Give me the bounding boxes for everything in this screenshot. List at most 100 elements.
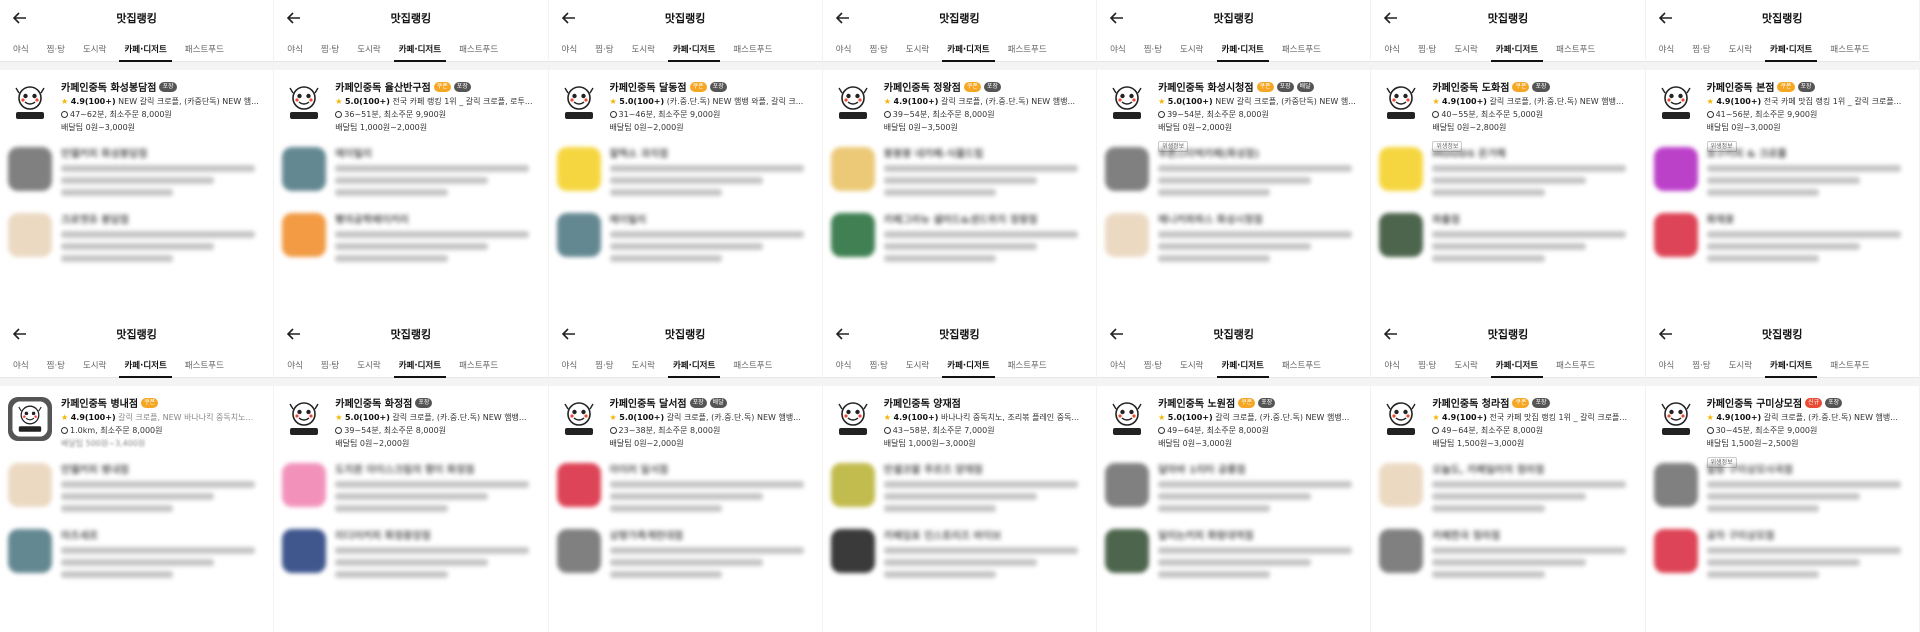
shop-card[interactable]: 푸른스타벅카페(화성점) [1097, 136, 1370, 202]
tab-category[interactable]: 패스트푸드 [1273, 43, 1330, 61]
tab-category[interactable]: 도시락 [1445, 43, 1486, 61]
shop-card[interactable]: 카페인중독 화성봉담점 포장 ★ 4.9(100+) NEW 갈릭 크로플, (카중… [0, 70, 273, 136]
shop-card[interactable]: 카페인중독 도화점 쿠폰 포장 ★ 4.9(100+) 갈릭 크로플, (카.중.단.… [1371, 70, 1644, 152]
shop-card[interactable]: 카페인중독 정왕점 쿠폰 포장 ★ 4.9(100+) 갈릭 크로플, (카.중.단.… [823, 70, 1096, 136]
shop-card[interactable]: 화채꽃 [1646, 202, 1919, 268]
shop-card[interactable]: 만셀코팔 푸르즈 양재점 [823, 452, 1096, 518]
tab-category[interactable]: 도시락 [1445, 359, 1486, 377]
tab-category[interactable]: 도시락 [1171, 359, 1212, 377]
shop-card[interactable]: 봉봉봉 네카페-식물드립 [823, 136, 1096, 202]
tab-category[interactable]: 카페·디저트 [1761, 359, 1821, 378]
back-arrow-icon[interactable] [284, 324, 304, 344]
tab-category[interactable]: 카페·디저트 [115, 43, 175, 62]
tab-category[interactable]: 도시락 [897, 43, 938, 61]
tab-category[interactable]: 도시락 [74, 43, 115, 61]
tab-category[interactable]: 패스트푸드 [724, 359, 781, 377]
back-arrow-icon[interactable] [559, 8, 579, 28]
shop-card[interactable]: 말랑 구미상모사곡점 [1646, 452, 1919, 518]
tab-category[interactable]: 찜·탕 [860, 43, 896, 61]
tab-category[interactable]: 야식 [1375, 43, 1409, 61]
tab-category[interactable]: 찜·탕 [1683, 43, 1719, 61]
tab-category[interactable]: 패스트푸드 [1273, 359, 1330, 377]
tab-category[interactable]: 도시락 [348, 359, 389, 377]
tab-category[interactable]: 야식 [553, 359, 587, 377]
back-arrow-icon[interactable] [833, 8, 853, 28]
tab-category[interactable]: 찜·탕 [38, 43, 74, 61]
tab-category[interactable]: 찜·탕 [38, 359, 74, 377]
shop-card[interactable]: 카페인중독 화성시청점 쿠폰 포장 배달 ★ 5.0(100+) NEW 갈릭 크로플,… [1097, 70, 1370, 152]
shop-card[interactable]: 아이러 달서점 [549, 452, 822, 518]
shop-card[interactable]: 상량가족계란대점 [549, 518, 822, 584]
shop-card[interactable]: 카페인중독 청라점 쿠폰 포장 ★ 4.9(100+) 전국 카페 맛집 랭킹 1위 … [1371, 386, 1644, 452]
tab-category[interactable]: 도시락 [1720, 43, 1761, 61]
shop-card[interactable]: 카페그라뉴 샐러드&샌드위치 정왕점 [823, 202, 1096, 268]
tab-category[interactable]: 찜·탕 [586, 359, 622, 377]
tab-category[interactable]: 카페·디저트 [1487, 359, 1547, 378]
tab-category[interactable]: 카페·디저트 [664, 43, 724, 62]
tab-category[interactable]: 패스트푸드 [176, 43, 233, 61]
shop-card[interactable]: 카페한국 청라점 [1371, 518, 1644, 584]
shop-card[interactable]: 카페인중독 구미상모점 신규 포장 ★ 4.9(100+) 갈릭 크로플, (카.중.… [1646, 386, 1919, 468]
tab-category[interactable]: 야식 [278, 43, 312, 61]
tab-category[interactable]: 찜·탕 [1135, 359, 1171, 377]
tab-category[interactable]: 패스트푸드 [176, 359, 233, 377]
shop-card[interactable]: 카페인중독 병내점 쿠폰 ★ 4.9(100+) 갈릭 크로플, NEW 바나나킥 … [0, 386, 273, 452]
shop-card[interactable]: 찰떡소 과자점 [549, 136, 822, 202]
tab-category[interactable]: 찜·탕 [860, 359, 896, 377]
back-arrow-icon[interactable] [559, 324, 579, 344]
shop-card[interactable]: 카페인중독 노원점 쿠폰 포장 ★ 5.0(100+) 갈릭 크로플, (카.중.단.… [1097, 386, 1370, 452]
shop-card[interactable]: 만델커피 병내점 [0, 452, 273, 518]
tab-category[interactable]: 패스트푸드 [1547, 43, 1604, 61]
shop-card[interactable]: 메이빌리 [274, 136, 547, 202]
shop-card[interactable]: 달리는커피 화랑대역점 [1097, 518, 1370, 584]
back-arrow-icon[interactable] [1656, 8, 1676, 28]
tab-category[interactable]: 도시락 [1171, 43, 1212, 61]
tab-category[interactable]: 도시락 [897, 359, 938, 377]
shop-card[interactable]: 카페인중독 달서점 포장 배달 ★ 5.0(100+) 갈릭 크로플, (카.중.단.… [549, 386, 822, 452]
shop-card[interactable]: 미디어커피 화정중앙점 [274, 518, 547, 584]
shop-card[interactable]: 크로엣쥬 봉담점 [0, 202, 273, 268]
shop-card[interactable]: 카페인중독 양재점 ★ 4.9(100+) 바나나킥 중독치노, 조리볶 플레인 … [823, 386, 1096, 452]
tab-category[interactable]: 패스트푸드 [450, 43, 507, 61]
tab-category[interactable]: 찜·탕 [312, 43, 348, 61]
shop-card[interactable]: 카페인중독 화정점 포장 ★ 5.0(100+) 갈릭 크로플, (카.중.단.독)… [274, 386, 547, 452]
tab-category[interactable]: 야식 [1101, 359, 1135, 377]
back-arrow-icon[interactable] [1381, 8, 1401, 28]
shop-card[interactable]: 마츠세르 [0, 518, 273, 584]
back-arrow-icon[interactable] [1656, 324, 1676, 344]
tab-category[interactable]: 카페·디저트 [664, 359, 724, 378]
shop-card[interactable]: 빵의공학배이커리 [274, 202, 547, 268]
shop-card[interactable]: 카페인중독 율산반구점 쿠폰 포장 ★ 5.0(100+) 전국 카페 랭킹 1위 _… [274, 70, 547, 136]
tab-category[interactable]: 야식 [553, 43, 587, 61]
tab-category[interactable]: 카페·디저트 [390, 359, 450, 378]
tab-category[interactable]: 카페·디저트 [938, 43, 998, 62]
back-arrow-icon[interactable] [10, 8, 30, 28]
shop-card[interactable]: 카페인중독 달동점 쿠폰 포장 ★ 5.0(100+) (카.중.단.독) NEW 햄… [549, 70, 822, 136]
shop-card[interactable]: 메니커파파스 화성시청점 [1097, 202, 1370, 268]
tab-category[interactable]: 찜·탕 [1135, 43, 1171, 61]
tab-category[interactable]: 카페·디저트 [1487, 43, 1547, 62]
tab-category[interactable]: 도시락 [348, 43, 389, 61]
tab-category[interactable]: 패스트푸드 [1547, 359, 1604, 377]
tab-category[interactable]: 도시락 [623, 359, 664, 377]
tab-category[interactable]: 찜·탕 [1409, 43, 1445, 61]
shop-card[interactable]: 파출점 [1371, 202, 1644, 268]
tab-category[interactable]: 패스트푸드 [1821, 359, 1878, 377]
tab-category[interactable]: 카페·디저트 [115, 359, 175, 378]
shop-card[interactable]: 공차 구미상모점 [1646, 518, 1919, 584]
tab-category[interactable]: 패스트푸드 [724, 43, 781, 61]
shop-card[interactable]: 메이빌리 [549, 202, 822, 268]
shop-card[interactable]: 도치퀸 아이스크림의 향이 화정점 [274, 452, 547, 518]
tab-category[interactable]: 야식 [278, 359, 312, 377]
tab-category[interactable]: 카페·디저트 [938, 359, 998, 378]
tab-category[interactable]: 야식 [4, 359, 38, 377]
shop-card[interactable]: 오늘도, 카페일러의 청라점 [1371, 452, 1644, 518]
back-arrow-icon[interactable] [833, 324, 853, 344]
back-arrow-icon[interactable] [1381, 324, 1401, 344]
tab-category[interactable]: 야식 [1101, 43, 1135, 61]
tab-category[interactable]: 카페·디저트 [1213, 43, 1273, 62]
tab-category[interactable]: 카페·디저트 [1761, 43, 1821, 62]
shop-card[interactable]: 달마바 1리터 공릉점 [1097, 452, 1370, 518]
tab-category[interactable]: 도시락 [74, 359, 115, 377]
shop-card[interactable]: 카페임표 인스토리즈 바이브 [823, 518, 1096, 584]
